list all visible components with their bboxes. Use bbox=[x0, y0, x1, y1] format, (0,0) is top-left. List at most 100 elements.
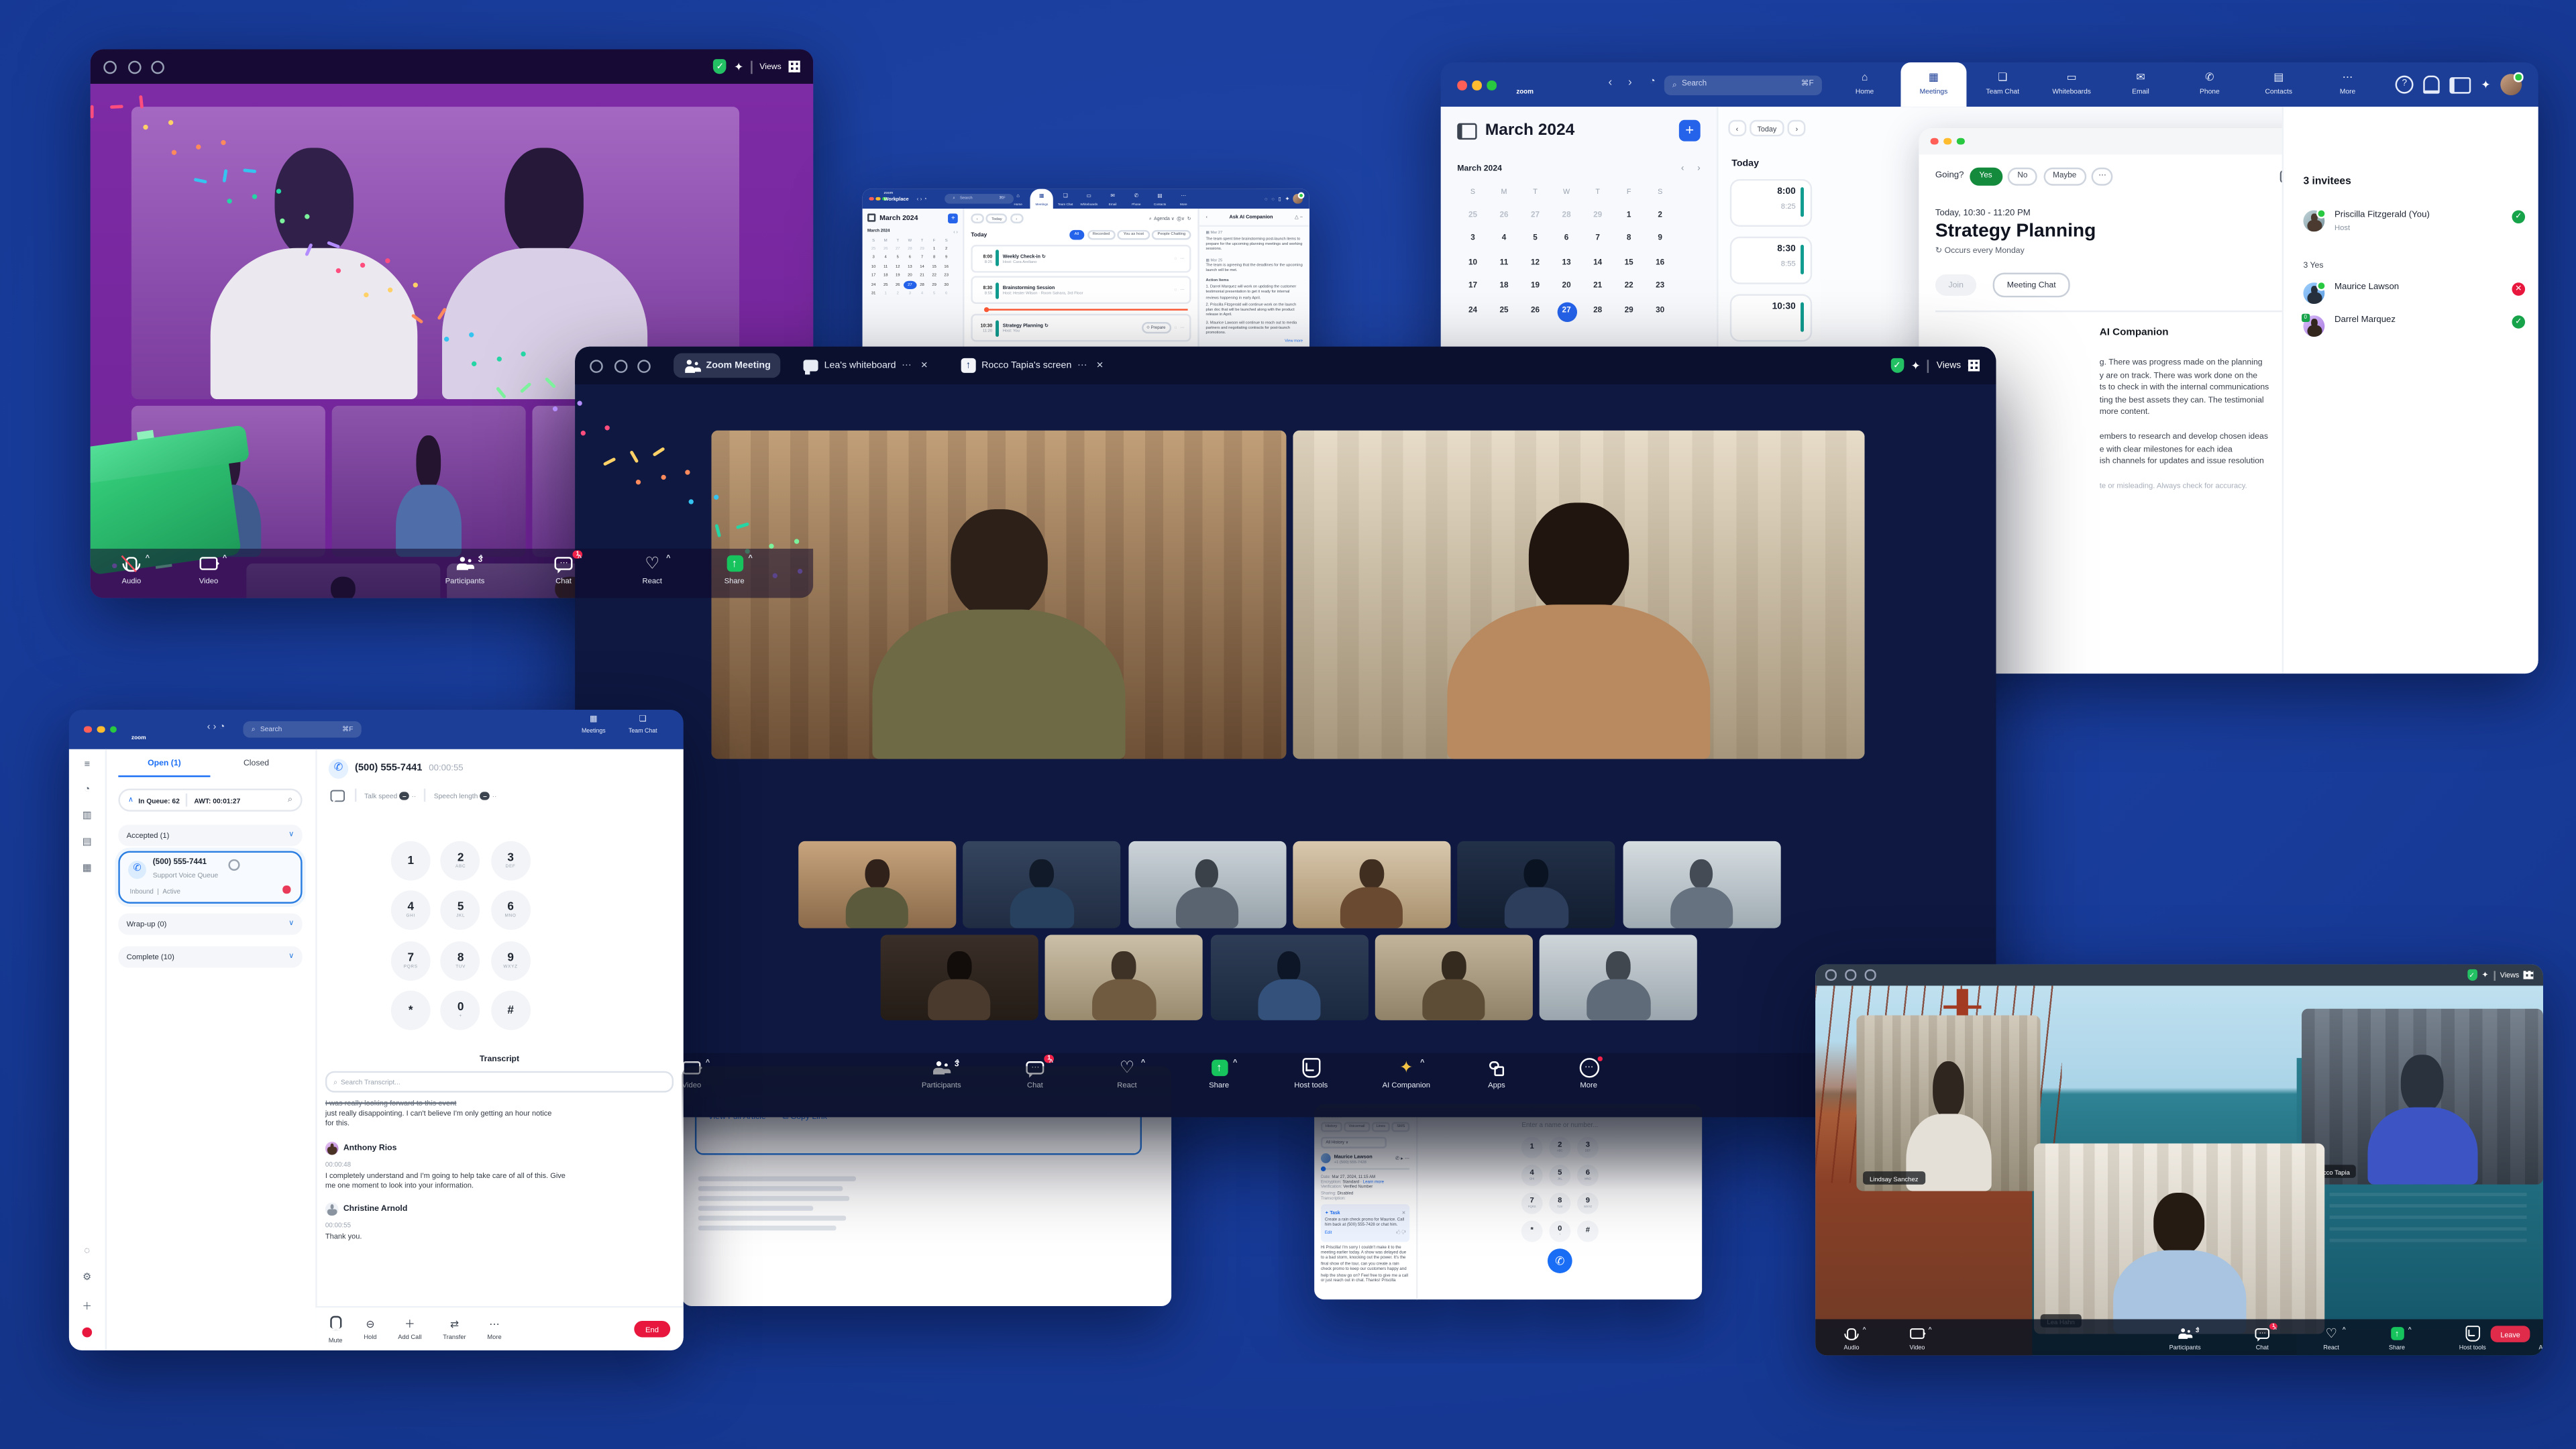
calendar-day[interactable]: 30 bbox=[1644, 300, 1676, 324]
calendar-day[interactable]: 10 bbox=[867, 262, 879, 271]
rail-bottom-icon-1[interactable]: ⚙ bbox=[83, 1272, 91, 1283]
call-tool-hold[interactable]: ⊖Hold bbox=[364, 1318, 376, 1340]
gallery-grid-icon[interactable] bbox=[1968, 360, 1980, 371]
panel-actions[interactable]: △ − bbox=[1295, 213, 1303, 220]
phone-tab-sms[interactable]: SMS bbox=[1392, 1123, 1409, 1132]
dialpad-key-star[interactable]: * bbox=[391, 991, 431, 1030]
views-label[interactable]: Views bbox=[759, 62, 781, 72]
queue-status-bar[interactable]: ∧ In Queue: 62 AWT: 00:01:27 ⌕ bbox=[118, 789, 302, 812]
calendar-day[interactable]: 20 bbox=[1551, 276, 1582, 300]
rsvp-maybe-button[interactable]: Maybe bbox=[2043, 168, 2086, 185]
today-next-button[interactable]: › bbox=[1788, 120, 1805, 137]
ai-sparkle-icon[interactable]: ✦ bbox=[2481, 970, 2488, 980]
toolbar-item-audio[interactable]: ^Audio bbox=[121, 555, 142, 584]
calendar-day[interactable]: 26 bbox=[892, 280, 904, 289]
calendar-day[interactable]: 26 bbox=[879, 245, 892, 254]
calendar-day[interactable]: 14 bbox=[1582, 252, 1613, 276]
gallery-grid-icon[interactable] bbox=[2524, 971, 2534, 980]
call-tool-transfer[interactable]: ⇄Transfer bbox=[443, 1318, 466, 1340]
collapse-icon[interactable]: ‹ bbox=[1206, 213, 1208, 220]
filmstrip-tile[interactable] bbox=[1045, 934, 1203, 1020]
caret-icon[interactable]: ^ bbox=[1049, 1058, 1053, 1066]
dialpad-key-7[interactable]: 7PQRS bbox=[391, 941, 431, 981]
view-more-link[interactable]: View more bbox=[1206, 340, 1303, 345]
voicemail-actions[interactable]: ✆ ▸ ⋯ bbox=[1395, 1156, 1409, 1163]
event-actions[interactable]: ◌⋯ bbox=[1175, 288, 1185, 292]
comment-icon[interactable]: ◌ bbox=[1175, 288, 1177, 292]
meeting-tab-rocco-tapia-s-screen[interactable]: ↑Rocco Tapia's screen⋯✕ bbox=[951, 352, 1114, 379]
end-call-button[interactable]: End bbox=[634, 1321, 670, 1338]
mini-prev-icon[interactable]: ‹ › bbox=[953, 227, 957, 234]
tab-phone[interactable]: ✆Phone bbox=[2177, 62, 2243, 107]
calendar-day[interactable]: 24 bbox=[1457, 300, 1489, 324]
search-input[interactable]: ⌕Search⌘F bbox=[945, 194, 1014, 203]
rsvp-yes-button[interactable]: Yes bbox=[1970, 168, 2002, 185]
dialpad-key-hash[interactable]: # bbox=[491, 991, 531, 1030]
agenda-prev-button[interactable]: ‹ bbox=[971, 213, 983, 223]
tab-more[interactable]: ⋯More bbox=[2315, 62, 2381, 107]
filmstrip-tile[interactable] bbox=[963, 841, 1121, 928]
filmstrip-tile[interactable] bbox=[1128, 841, 1285, 928]
call-tool-mute[interactable]: Mute bbox=[329, 1315, 343, 1343]
calendar-day[interactable]: 2 bbox=[892, 289, 904, 298]
caret-icon[interactable]: ^ bbox=[1233, 1058, 1237, 1066]
calendar-day[interactable]: 23 bbox=[1644, 276, 1676, 300]
calendar-day[interactable]: 25 bbox=[879, 280, 892, 289]
calendar-day[interactable]: 4 bbox=[879, 254, 892, 262]
rail-icon-4[interactable]: ▦ bbox=[83, 863, 92, 874]
sidebar-toggle-icon[interactable] bbox=[867, 214, 876, 223]
search-input[interactable]: ⌕Search⌘F bbox=[243, 720, 361, 738]
help-icon[interactable]: ? bbox=[2396, 76, 2414, 94]
toolbar-item-react[interactable]: ^React bbox=[2322, 1326, 2339, 1349]
filmstrip-tile[interactable] bbox=[1540, 934, 1697, 1020]
calendar-day[interactable]: 8 bbox=[1613, 228, 1645, 252]
tab-email[interactable]: ✉Email bbox=[2108, 62, 2174, 107]
toolbar-item-more[interactable]: ⋯More bbox=[1578, 1060, 1599, 1089]
leave-button[interactable]: Leave bbox=[2491, 1326, 2530, 1342]
toolbar-item-ai-companion[interactable]: ^AI Companion bbox=[1383, 1060, 1430, 1089]
filter-chip-you-as-host[interactable]: You as host bbox=[1118, 229, 1149, 239]
today-event-card[interactable]: 10:30 bbox=[1730, 294, 1812, 342]
calendar-day[interactable]: 28 bbox=[904, 245, 916, 254]
invitee-row[interactable]: Maurice Lawson✕ bbox=[2303, 282, 2525, 304]
panel-icon[interactable]: ▯ bbox=[1279, 195, 1281, 202]
today-event-card[interactable]: 8:308:55 bbox=[1730, 237, 1812, 284]
toolbar-item-video[interactable]: ^Video bbox=[1909, 1326, 1925, 1349]
calendar-day[interactable]: 19 bbox=[1519, 276, 1551, 300]
more-icon[interactable]: ⋯ bbox=[1180, 288, 1184, 292]
toolbar-item-ai-companion[interactable]: AI Companion bbox=[2539, 1326, 2543, 1349]
today-prev-button[interactable]: ‹ bbox=[1728, 120, 1746, 137]
calendar-day[interactable]: 16 bbox=[941, 262, 953, 271]
calendar-day[interactable]: 2 bbox=[1644, 205, 1676, 229]
calendar-day[interactable]: 20 bbox=[904, 271, 916, 280]
notifications-bell-icon[interactable] bbox=[2424, 76, 2440, 94]
header-tab-meetings[interactable]: ▦Meetings bbox=[582, 714, 606, 734]
calendar-day[interactable]: 25 bbox=[1457, 205, 1489, 229]
history-icon[interactable]: ◔ bbox=[1650, 77, 1656, 87]
ai-sparkle-icon[interactable]: ✦ bbox=[734, 60, 743, 73]
toolbar-item-audio[interactable]: ^Audio bbox=[1843, 1326, 1860, 1349]
meeting-tab-lea-s-whiteboard[interactable]: Lea's whiteboard⋯✕ bbox=[794, 354, 938, 378]
tab-phone[interactable]: ✆Phone bbox=[1125, 189, 1147, 209]
sidebar-toggle-icon[interactable] bbox=[1457, 122, 1477, 138]
toolbar-item-react[interactable]: ^React bbox=[1116, 1060, 1138, 1089]
caret-icon[interactable]: ^ bbox=[1863, 1325, 1866, 1332]
header-tab-team-chat[interactable]: ❏Team Chat bbox=[629, 714, 657, 734]
calendar-day[interactable]: 18 bbox=[1489, 276, 1520, 300]
agenda-event-card[interactable]: 8:308:55Brainstorming SessionHost: Heste… bbox=[971, 276, 1191, 305]
tab-whiteboards[interactable]: ▭Whiteboards bbox=[2039, 62, 2104, 107]
calendar-day[interactable]: 29 bbox=[1613, 300, 1645, 324]
calendar-day[interactable]: 3 bbox=[904, 289, 916, 298]
caret-icon[interactable]: ^ bbox=[1420, 1058, 1424, 1066]
learn-more-link[interactable]: Learn more bbox=[1363, 1180, 1384, 1185]
calendar-day[interactable]: 11 bbox=[1489, 252, 1520, 276]
calendar-day[interactable]: 28 bbox=[1551, 205, 1582, 229]
calendar-day[interactable]: 5 bbox=[928, 289, 941, 298]
calendar-day[interactable]: 27 bbox=[1556, 302, 1576, 321]
traffic-lights[interactable] bbox=[1825, 969, 1876, 980]
calendar-day[interactable]: 25 bbox=[1489, 300, 1520, 324]
search-icon[interactable]: ⌕ bbox=[288, 795, 292, 805]
caret-icon[interactable]: ^ bbox=[2273, 1325, 2277, 1332]
dialpad-key-8[interactable]: 8TUV bbox=[1549, 1193, 1570, 1214]
event-actions[interactable]: ◌⋯ bbox=[1175, 256, 1185, 260]
